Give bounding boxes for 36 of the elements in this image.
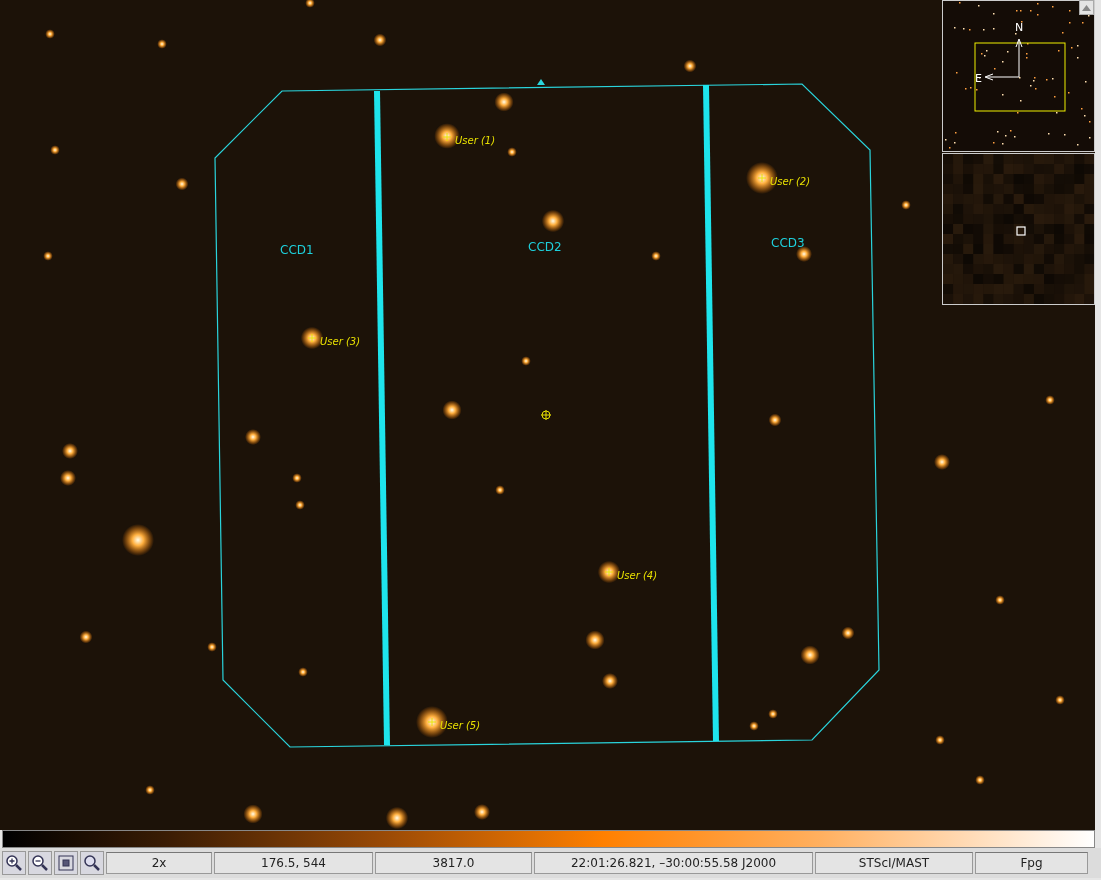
triangle-up-icon [1082,4,1091,11]
east-label: E [975,72,982,85]
cross-marker[interactable] [427,717,437,727]
zoom-readout: 2x [106,852,212,874]
rotation-handle-icon[interactable] [537,79,545,85]
collapse-button[interactable] [1079,0,1094,15]
cursor-square-icon [1016,226,1026,236]
value-readout: 3817.0 [375,852,532,874]
magnifier-icon [83,854,101,872]
ccd-label: CCD3 [771,236,805,250]
coordinates-readout: 22:01:26.821, –30:00:55.58 J2000 [534,852,813,874]
marker-label: User (4) [617,570,658,581]
band-readout: Fpg [975,852,1088,874]
cross-marker[interactable] [604,567,614,577]
marker-label: User (5) [440,720,481,731]
ccd-label: CCD1 [280,243,314,257]
view-frame[interactable] [974,42,1066,112]
survey-readout: STScI/MAST [815,852,973,874]
zoom-in-icon [5,854,23,872]
pixel-readout: 176.5, 544 [214,852,373,874]
zoom-out-icon [31,854,49,872]
marker-label: User (1) [455,135,496,146]
cross-marker[interactable] [442,132,452,142]
cross-marker[interactable] [757,173,767,183]
center-marker-icon [540,409,552,421]
fit-frame-icon [57,854,75,872]
north-label: N [1015,21,1024,34]
marker-label: User (3) [320,336,361,347]
marker-label: User (2) [770,176,811,187]
zoom-out-button[interactable] [28,851,52,875]
cross-marker[interactable] [307,333,317,343]
zoom-in-button[interactable] [2,851,26,875]
compass-arrows-drawing [984,38,1023,81]
fit-frame-button[interactable] [54,851,78,875]
ccd-label: CCD2 [528,240,562,254]
magnifier-button[interactable] [80,851,104,875]
